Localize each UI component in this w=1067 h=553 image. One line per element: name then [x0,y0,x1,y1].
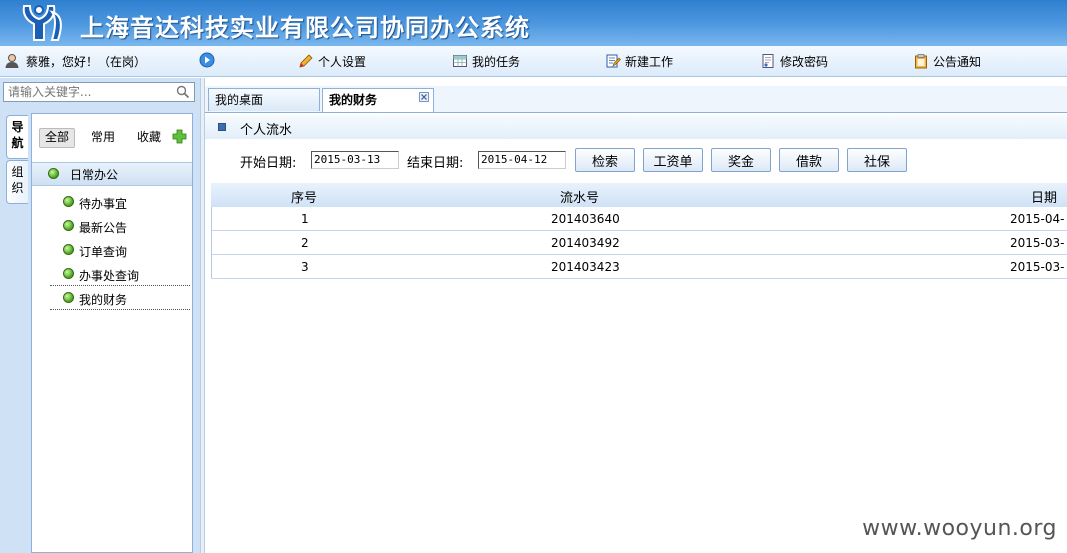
nav-item-my-finance[interactable]: 我的财务 [50,287,190,310]
table-row[interactable]: 2 201403492 2015-03- [211,231,1067,255]
cell-date: 2015-04- [1010,212,1065,226]
menu-new-work[interactable]: 新建工作 [605,52,673,70]
cell-seq: 3 [301,260,309,274]
end-date-input[interactable]: 2015-04-12 [478,151,566,169]
cell-serial: 201403640 [551,212,620,226]
search-input[interactable] [4,83,172,101]
menu-label: 公告通知 [933,54,982,69]
green-status-icon [48,168,59,179]
vtab-organization[interactable]: 组织 [6,160,28,204]
user-avatar-icon [5,54,19,68]
nav-panel: 全部 常用 收藏 日常办公 待办事宜 最新公告 订单查询 办事处查询 我的财务 [31,113,193,553]
cell-serial: 201403492 [551,236,620,250]
menu-label: 我的任务 [472,54,521,69]
section-header: 个人流水 [205,115,1067,139]
nav-item-label: 我的财务 [79,293,128,307]
user-greeting: 蔡雅，您好！（在岗） [26,54,147,69]
menu-change-password[interactable]: 修改密码 [760,52,828,70]
tab-bar: 我的桌面 我的财务 [205,86,1067,113]
company-logo-icon [22,5,62,41]
tab-my-finance[interactable]: 我的财务 [322,88,434,112]
payslip-button[interactable]: 工资单 [643,148,703,172]
nav-item-label: 最新公告 [79,221,128,235]
close-icon[interactable] [419,92,429,102]
filter-all[interactable]: 全部 [39,128,76,148]
nav-item-todo[interactable]: 待办事宜 [50,191,190,213]
tab-label: 我的财务 [329,93,378,107]
pencil-icon [299,54,313,68]
vtab-navigation[interactable]: 导航 [6,115,28,159]
bonus-button[interactable]: 奖金 [711,148,771,172]
table-icon [453,55,467,67]
start-date-input[interactable]: 2015-03-13 [311,151,399,169]
menu-announcements[interactable]: 公告通知 [913,52,981,70]
doc-key-icon [762,54,774,68]
loan-button[interactable]: 借款 [779,148,839,172]
start-date-label: 开始日期: [240,156,297,171]
column-header-date[interactable]: 日期 [1031,187,1057,206]
tab-my-desktop[interactable]: 我的桌面 [208,88,320,111]
vtab-label: 组织 [11,165,24,195]
play-arrow-icon[interactable] [199,52,215,68]
add-plus-icon[interactable] [172,129,187,144]
menu-label: 个人设置 [318,54,367,69]
green-status-icon [63,196,74,207]
column-header-seq[interactable]: 序号 [291,187,317,206]
search-box [3,82,195,102]
section-title: 个人流水 [240,123,293,138]
green-status-icon [63,244,74,255]
nav-item-office-query[interactable]: 办事处查询 [50,263,190,286]
main-content: 我的桌面 我的财务 个人流水 开始日期: 2015-03-13 结束日期: 20… [205,78,1067,553]
end-date-label: 结束日期: [407,156,464,171]
vtab-label: 导航 [11,120,24,150]
social-insurance-button[interactable]: 社保 [847,148,907,172]
date-filter-form: 开始日期: 2015-03-13 结束日期: 2015-04-12 检索 工资单… [240,148,1060,174]
top-menubar: 蔡雅，您好！（在岗） 个人设置 我的任务 新建工作 修改密码 公告通知 [0,46,1067,77]
cell-seq: 2 [301,236,309,250]
tab-label: 我的桌面 [215,93,264,107]
nav-item-label: 待办事宜 [79,197,128,211]
cell-date: 2015-03- [1010,260,1065,274]
section-bullet-icon [218,123,226,131]
user-status: 蔡雅，您好！（在岗） [4,51,146,71]
menu-personal-settings[interactable]: 个人设置 [298,52,366,70]
nav-item-label: 订单查询 [79,245,128,259]
filter-common[interactable]: 常用 [86,128,120,146]
table-row[interactable]: 1 201403640 2015-04- [211,207,1067,231]
sidebar: 导航 组织 全部 常用 收藏 日常办公 待办事宜 最新公告 订单查询 [0,78,200,553]
search-button[interactable]: 检索 [575,148,635,172]
green-status-icon [63,220,74,231]
cell-date: 2015-03- [1010,236,1065,250]
green-status-icon [63,268,74,279]
menu-label: 修改密码 [780,54,829,69]
nav-item-latest-announcement[interactable]: 最新公告 [50,215,190,237]
table-row[interactable]: 3 201403423 2015-03- [211,255,1067,279]
menu-my-tasks[interactable]: 我的任务 [452,52,520,70]
green-status-icon [63,292,74,303]
nav-item-order-query[interactable]: 订单查询 [50,239,190,261]
edit-doc-icon [606,54,621,68]
group-label: 日常办公 [70,168,119,182]
search-icon[interactable] [176,85,190,99]
column-header-serial[interactable]: 流水号 [560,187,599,206]
cell-serial: 201403423 [551,260,620,274]
watermark: www.wooyun.org [862,516,1057,541]
filter-row: 全部 常用 收藏 [32,114,192,162]
group-daily-office[interactable]: 日常办公 [32,162,192,186]
menu-label: 新建工作 [625,54,674,69]
table-header: 序号 流水号 日期 [211,183,1067,207]
clipboard-icon [915,54,927,69]
app-header: 上海音达科技实业有限公司协同办公系统 [0,0,1067,46]
app-title: 上海音达科技实业有限公司协同办公系统 [80,14,530,42]
cell-seq: 1 [301,212,309,226]
nav-item-label: 办事处查询 [79,269,140,283]
filter-favorites[interactable]: 收藏 [132,128,166,146]
